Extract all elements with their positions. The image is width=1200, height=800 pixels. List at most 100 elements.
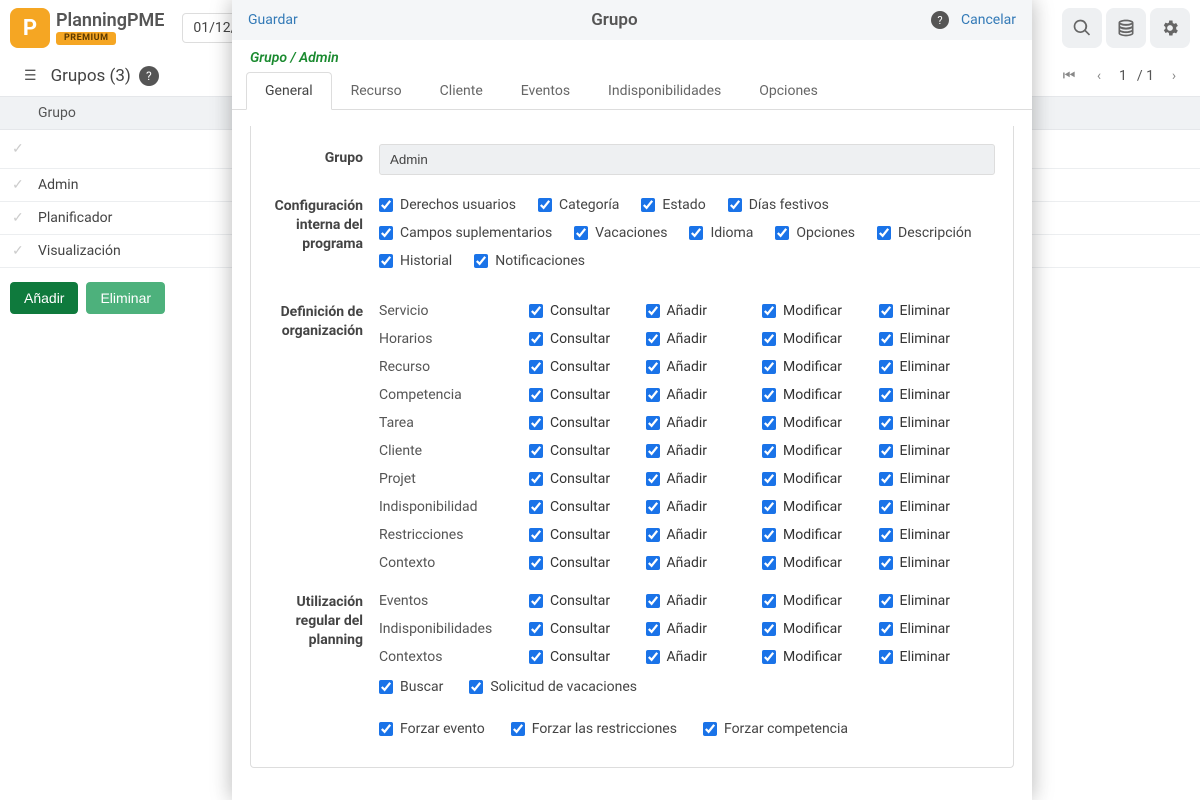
checkbox[interactable] bbox=[646, 528, 660, 542]
tab-general[interactable]: General bbox=[246, 72, 332, 110]
checkbox[interactable] bbox=[574, 226, 588, 240]
checkbox[interactable] bbox=[529, 472, 543, 486]
checkbox[interactable] bbox=[762, 444, 776, 458]
checkbox[interactable] bbox=[646, 444, 660, 458]
checkbox[interactable] bbox=[879, 444, 893, 458]
crud-cell[interactable]: Añadir bbox=[646, 331, 763, 347]
checkbox[interactable] bbox=[689, 226, 703, 240]
crud-cell[interactable]: Consultar bbox=[529, 443, 646, 459]
crud-cell[interactable]: Añadir bbox=[646, 555, 763, 571]
crud-cell[interactable]: Modificar bbox=[762, 593, 879, 609]
crud-cell[interactable]: Añadir bbox=[646, 621, 763, 637]
checkbox[interactable] bbox=[529, 556, 543, 570]
checkbox[interactable] bbox=[529, 650, 543, 664]
crud-cell[interactable]: Consultar bbox=[529, 303, 646, 319]
checkbox[interactable] bbox=[879, 650, 893, 664]
checkbox[interactable] bbox=[646, 332, 660, 346]
crud-cell[interactable]: Modificar bbox=[762, 527, 879, 543]
pager-prev-icon[interactable]: ‹ bbox=[1085, 62, 1113, 90]
checkbox[interactable] bbox=[646, 416, 660, 430]
crud-cell[interactable]: Eliminar bbox=[879, 499, 996, 515]
tab-indisponibilidades[interactable]: Indisponibilidades bbox=[589, 72, 740, 109]
extra-check[interactable]: Forzar las restricciones bbox=[511, 721, 677, 737]
crud-cell[interactable]: Modificar bbox=[762, 331, 879, 347]
crud-cell[interactable]: Consultar bbox=[529, 649, 646, 665]
checkbox[interactable] bbox=[538, 198, 552, 212]
crud-cell[interactable]: Modificar bbox=[762, 621, 879, 637]
checkbox[interactable] bbox=[379, 254, 393, 268]
checkbox[interactable] bbox=[469, 680, 483, 694]
checkbox[interactable] bbox=[529, 360, 543, 374]
checkbox[interactable] bbox=[511, 722, 525, 736]
crud-cell[interactable]: Eliminar bbox=[879, 415, 996, 431]
checkbox[interactable] bbox=[879, 304, 893, 318]
checkbox[interactable] bbox=[474, 254, 488, 268]
checkbox[interactable] bbox=[529, 528, 543, 542]
checkbox[interactable] bbox=[646, 472, 660, 486]
crud-cell[interactable]: Consultar bbox=[529, 555, 646, 571]
crud-cell[interactable]: Eliminar bbox=[879, 593, 996, 609]
crud-cell[interactable]: Modificar bbox=[762, 415, 879, 431]
checkbox[interactable] bbox=[879, 594, 893, 608]
checkbox[interactable] bbox=[646, 304, 660, 318]
checkbox[interactable] bbox=[529, 304, 543, 318]
cancel-link[interactable]: Cancelar bbox=[961, 12, 1016, 28]
checkbox[interactable] bbox=[529, 444, 543, 458]
extra-check[interactable]: Forzar competencia bbox=[703, 721, 848, 737]
crud-cell[interactable]: Eliminar bbox=[879, 527, 996, 543]
menu-icon[interactable]: ☰ bbox=[24, 68, 37, 84]
crud-cell[interactable]: Consultar bbox=[529, 527, 646, 543]
config-check[interactable]: Días festivos bbox=[728, 197, 829, 213]
checkbox[interactable] bbox=[762, 556, 776, 570]
checkbox[interactable] bbox=[762, 360, 776, 374]
crud-cell[interactable]: Modificar bbox=[762, 387, 879, 403]
checkbox[interactable] bbox=[703, 722, 717, 736]
tab-opciones[interactable]: Opciones bbox=[740, 72, 837, 109]
checkbox[interactable] bbox=[879, 500, 893, 514]
crud-cell[interactable]: Eliminar bbox=[879, 649, 996, 665]
checkbox[interactable] bbox=[646, 622, 660, 636]
config-check[interactable]: Vacaciones bbox=[574, 225, 667, 241]
config-check[interactable]: Descripción bbox=[877, 225, 972, 241]
checkbox[interactable] bbox=[379, 226, 393, 240]
search-icon[interactable] bbox=[1062, 8, 1102, 48]
checkbox[interactable] bbox=[646, 388, 660, 402]
checkbox[interactable] bbox=[641, 198, 655, 212]
crud-cell[interactable]: Añadir bbox=[646, 527, 763, 543]
checkbox[interactable] bbox=[762, 594, 776, 608]
gear-icon[interactable] bbox=[1150, 8, 1190, 48]
checkbox[interactable] bbox=[762, 332, 776, 346]
modal-help-icon[interactable]: ? bbox=[931, 11, 949, 29]
checkbox[interactable] bbox=[762, 472, 776, 486]
crud-cell[interactable]: Consultar bbox=[529, 359, 646, 375]
crud-cell[interactable]: Añadir bbox=[646, 387, 763, 403]
checkbox[interactable] bbox=[646, 650, 660, 664]
checkbox[interactable] bbox=[879, 528, 893, 542]
extra-check[interactable]: Forzar evento bbox=[379, 721, 485, 737]
crud-cell[interactable]: Consultar bbox=[529, 387, 646, 403]
crud-cell[interactable]: Eliminar bbox=[879, 471, 996, 487]
config-check[interactable]: Notificaciones bbox=[474, 253, 585, 269]
crud-cell[interactable]: Añadir bbox=[646, 415, 763, 431]
crud-cell[interactable]: Eliminar bbox=[879, 443, 996, 459]
checkbox[interactable] bbox=[775, 226, 789, 240]
checkbox[interactable] bbox=[529, 594, 543, 608]
crud-cell[interactable]: Consultar bbox=[529, 593, 646, 609]
checkbox[interactable] bbox=[762, 528, 776, 542]
checkbox[interactable] bbox=[646, 360, 660, 374]
crud-cell[interactable]: Consultar bbox=[529, 415, 646, 431]
checkbox[interactable] bbox=[762, 304, 776, 318]
config-check[interactable]: Opciones bbox=[775, 225, 855, 241]
checkbox[interactable] bbox=[762, 650, 776, 664]
crud-cell[interactable]: Eliminar bbox=[879, 555, 996, 571]
crud-cell[interactable]: Eliminar bbox=[879, 621, 996, 637]
config-check[interactable]: Categoría bbox=[538, 197, 619, 213]
checkbox[interactable] bbox=[879, 360, 893, 374]
config-check[interactable]: Campos suplementarios bbox=[379, 225, 552, 241]
checkbox[interactable] bbox=[379, 722, 393, 736]
extra-check[interactable]: Buscar bbox=[379, 679, 443, 695]
crud-cell[interactable]: Modificar bbox=[762, 443, 879, 459]
crud-cell[interactable]: Eliminar bbox=[879, 331, 996, 347]
checkbox[interactable] bbox=[529, 500, 543, 514]
crud-cell[interactable]: Añadir bbox=[646, 471, 763, 487]
